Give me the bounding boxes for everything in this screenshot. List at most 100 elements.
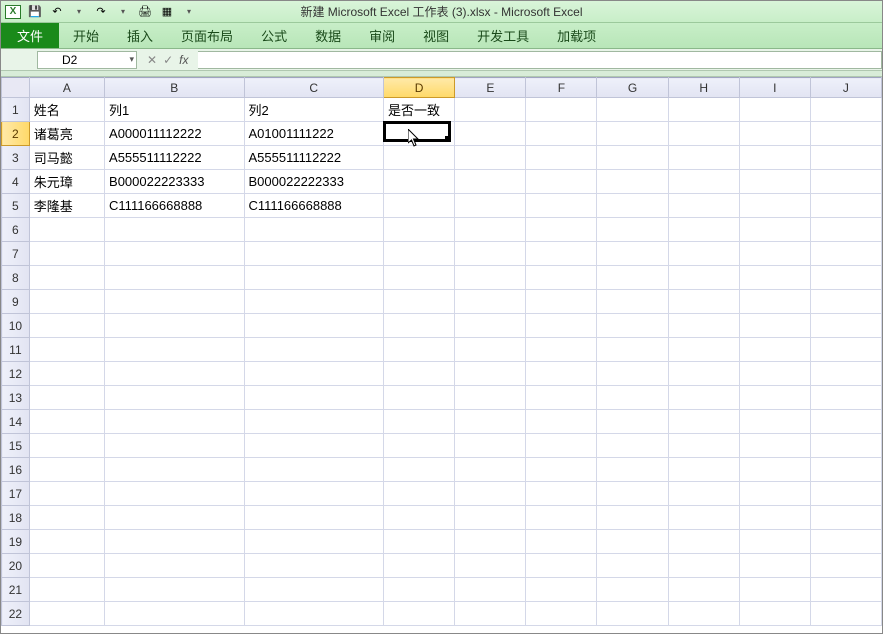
cell-G3[interactable]: [597, 146, 668, 170]
cell-A14[interactable]: [29, 410, 104, 434]
cell-H21[interactable]: [668, 578, 739, 602]
cell-H15[interactable]: [668, 434, 739, 458]
cell-B17[interactable]: [105, 482, 244, 506]
cell-D2[interactable]: [384, 122, 455, 146]
cell-B3[interactable]: A555511112222: [105, 146, 244, 170]
cell-D9[interactable]: [384, 290, 455, 314]
cell-G20[interactable]: [597, 554, 668, 578]
cell-D21[interactable]: [384, 578, 455, 602]
cell-G18[interactable]: [597, 506, 668, 530]
cell-J10[interactable]: [810, 314, 881, 338]
cell-J17[interactable]: [810, 482, 881, 506]
row-header-10[interactable]: 10: [2, 314, 30, 338]
cell-G11[interactable]: [597, 338, 668, 362]
cell-H13[interactable]: [668, 386, 739, 410]
cell-I10[interactable]: [739, 314, 810, 338]
cell-D3[interactable]: [384, 146, 455, 170]
column-header-D[interactable]: D: [384, 78, 455, 98]
save-icon[interactable]: 💾: [27, 4, 43, 20]
cell-I22[interactable]: [739, 602, 810, 626]
cell-A3[interactable]: 司马懿: [29, 146, 104, 170]
cell-J9[interactable]: [810, 290, 881, 314]
cell-C4[interactable]: B000022222333: [244, 170, 383, 194]
cell-D18[interactable]: [384, 506, 455, 530]
cell-H6[interactable]: [668, 218, 739, 242]
column-header-B[interactable]: B: [105, 78, 244, 98]
cell-F7[interactable]: [526, 242, 597, 266]
row-header-13[interactable]: 13: [2, 386, 30, 410]
cell-J5[interactable]: [810, 194, 881, 218]
cell-D17[interactable]: [384, 482, 455, 506]
cell-A15[interactable]: [29, 434, 104, 458]
cell-J12[interactable]: [810, 362, 881, 386]
cell-C21[interactable]: [244, 578, 383, 602]
cell-I16[interactable]: [739, 458, 810, 482]
cell-F11[interactable]: [526, 338, 597, 362]
cell-C3[interactable]: A555511112222: [244, 146, 383, 170]
row-header-1[interactable]: 1: [2, 98, 30, 122]
cell-E16[interactable]: [455, 458, 526, 482]
cell-B15[interactable]: [105, 434, 244, 458]
column-header-I[interactable]: I: [739, 78, 810, 98]
cell-I1[interactable]: [739, 98, 810, 122]
cell-A2[interactable]: 诸葛亮: [29, 122, 104, 146]
cell-I21[interactable]: [739, 578, 810, 602]
cell-D16[interactable]: [384, 458, 455, 482]
cell-A10[interactable]: [29, 314, 104, 338]
cell-H19[interactable]: [668, 530, 739, 554]
cell-I13[interactable]: [739, 386, 810, 410]
cell-A7[interactable]: [29, 242, 104, 266]
cell-H14[interactable]: [668, 410, 739, 434]
row-header-2[interactable]: 2: [2, 122, 30, 146]
cell-G17[interactable]: [597, 482, 668, 506]
cell-A9[interactable]: [29, 290, 104, 314]
cell-H5[interactable]: [668, 194, 739, 218]
cell-F6[interactable]: [526, 218, 597, 242]
row-header-20[interactable]: 20: [2, 554, 30, 578]
cell-C10[interactable]: [244, 314, 383, 338]
qat-customize-icon[interactable]: ▾: [181, 4, 197, 20]
cell-E9[interactable]: [455, 290, 526, 314]
cell-G22[interactable]: [597, 602, 668, 626]
enter-formula-icon[interactable]: ✓: [163, 53, 173, 67]
cell-F14[interactable]: [526, 410, 597, 434]
cell-F1[interactable]: [526, 98, 597, 122]
cell-C7[interactable]: [244, 242, 383, 266]
column-header-H[interactable]: H: [668, 78, 739, 98]
cell-H17[interactable]: [668, 482, 739, 506]
cell-B6[interactable]: [105, 218, 244, 242]
cell-B7[interactable]: [105, 242, 244, 266]
row-header-12[interactable]: 12: [2, 362, 30, 386]
cell-E1[interactable]: [455, 98, 526, 122]
cell-H4[interactable]: [668, 170, 739, 194]
cell-C11[interactable]: [244, 338, 383, 362]
print-icon[interactable]: 🖨: [137, 4, 153, 20]
cell-I12[interactable]: [739, 362, 810, 386]
preview-icon[interactable]: ▦: [159, 4, 175, 20]
undo-icon[interactable]: ↶: [49, 4, 65, 20]
cell-A16[interactable]: [29, 458, 104, 482]
cell-B1[interactable]: 列1: [105, 98, 244, 122]
cell-C2[interactable]: A01001111222: [244, 122, 383, 146]
cell-E3[interactable]: [455, 146, 526, 170]
cell-C13[interactable]: [244, 386, 383, 410]
column-header-A[interactable]: A: [29, 78, 104, 98]
cell-F3[interactable]: [526, 146, 597, 170]
name-box[interactable]: D2 ▾: [37, 51, 137, 69]
cell-E21[interactable]: [455, 578, 526, 602]
cell-H8[interactable]: [668, 266, 739, 290]
cell-F5[interactable]: [526, 194, 597, 218]
cell-D13[interactable]: [384, 386, 455, 410]
cell-A11[interactable]: [29, 338, 104, 362]
tab-developer[interactable]: 开发工具: [463, 23, 543, 48]
cell-E2[interactable]: [455, 122, 526, 146]
tab-view[interactable]: 视图: [409, 23, 463, 48]
fx-icon[interactable]: fx: [179, 53, 188, 67]
cell-F15[interactable]: [526, 434, 597, 458]
cell-C1[interactable]: 列2: [244, 98, 383, 122]
row-header-21[interactable]: 21: [2, 578, 30, 602]
cell-G2[interactable]: [597, 122, 668, 146]
cell-F12[interactable]: [526, 362, 597, 386]
cell-I14[interactable]: [739, 410, 810, 434]
cell-J21[interactable]: [810, 578, 881, 602]
